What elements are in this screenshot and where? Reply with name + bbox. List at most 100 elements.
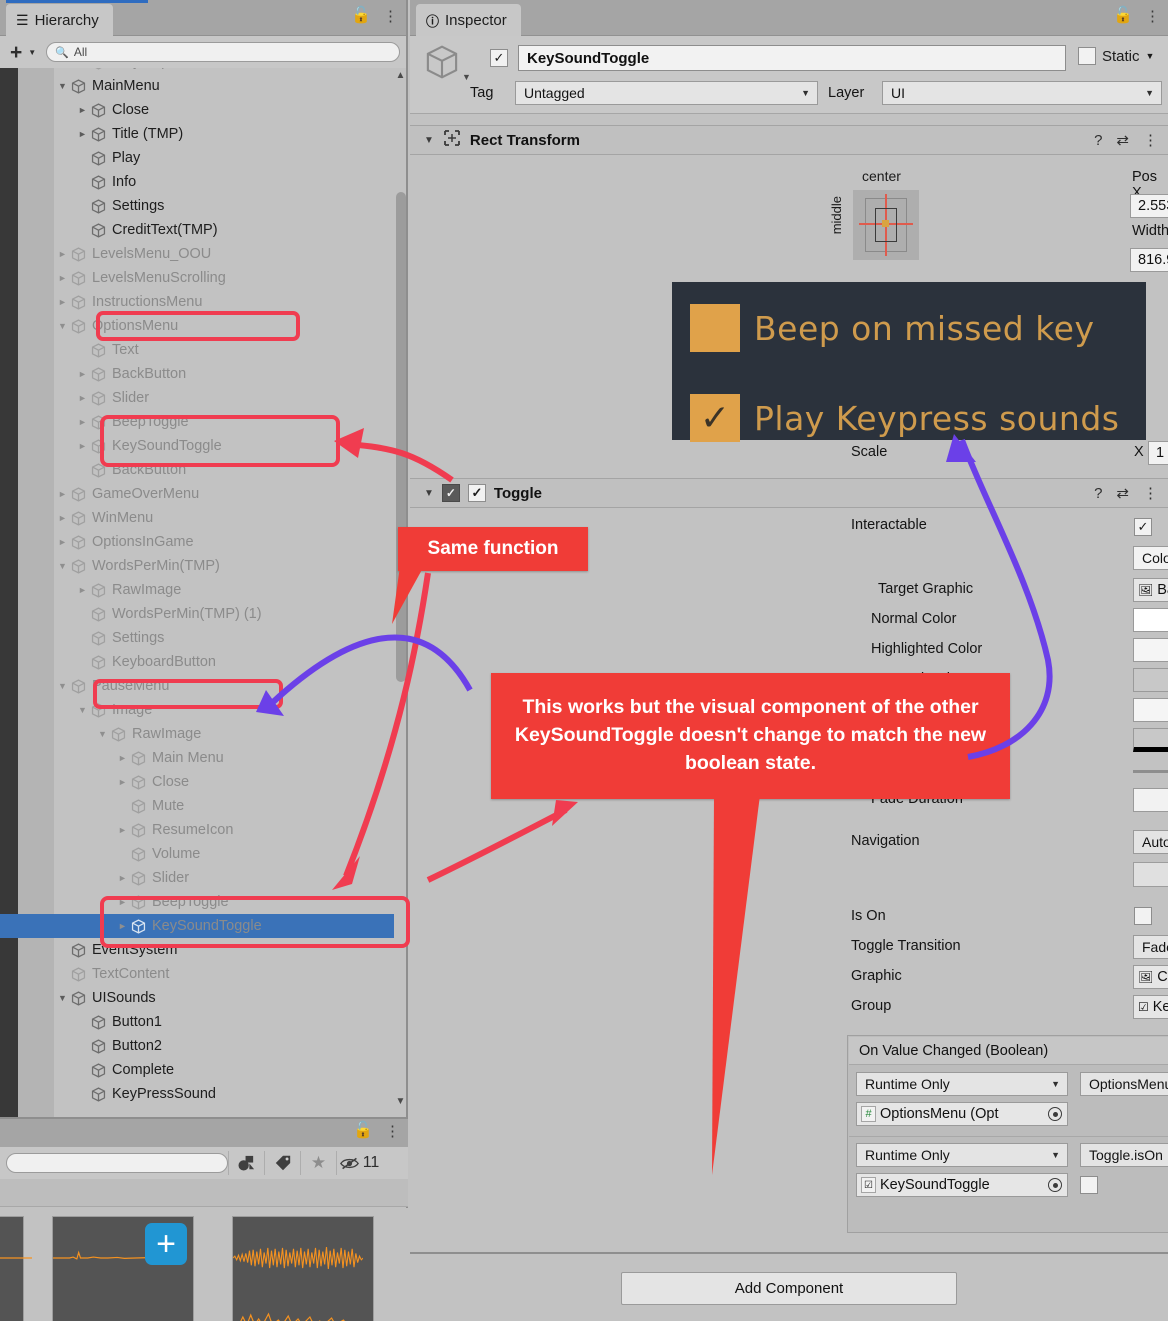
preview-toggle-row[interactable]: ✓ Play Keypress sounds [690,394,1119,442]
lock-icon[interactable]: 🔓 [1113,8,1133,24]
fade-duration-input[interactable] [1133,788,1168,812]
tab-hierarchy[interactable]: ☰ Hierarchy [6,4,113,36]
hierarchy-item-main-menu[interactable]: ► Main Menu [18,746,394,770]
hierarchy-item-wordspermin-tmp[interactable]: ▼ WordsPerMin(TMP) [18,554,394,578]
hierarchy-item-close[interactable]: ► Close [18,770,394,794]
add-component-button[interactable]: Add Component [621,1272,957,1305]
hierarchy-item-button1[interactable]: Button1 [18,1010,394,1034]
hierarchy-item-rawimage[interactable]: ► RawImage [18,578,394,602]
hierarchy-item-beeptoggle[interactable]: ► BeepToggle [18,890,394,914]
hierarchy-tree[interactable]: PlayTmp ▼ MainMenu ► Close ► Title (TMP) Play In… [0,68,406,1117]
hierarchy-item-slider[interactable]: ► Slider [18,866,394,890]
hierarchy-item-info[interactable]: Info [18,170,394,194]
hierarchy-item-optionsingame[interactable]: ► OptionsInGame [18,530,394,554]
collapse-triangle-icon[interactable]: ► [56,489,69,499]
label-filter-icon[interactable] [264,1151,300,1175]
kebab-menu-icon[interactable]: ⋮ [1143,484,1158,502]
event-bool-argument-checkbox[interactable] [1080,1176,1098,1194]
gameobject-enabled-checkbox[interactable]: ✓ [490,49,508,67]
hierarchy-item-settings[interactable]: Settings [18,194,394,218]
scroll-up-icon[interactable]: ▲ [395,70,406,81]
layer-dropdown[interactable]: UI ▼ [882,81,1162,105]
collapse-triangle-icon[interactable]: ► [76,417,89,427]
lock-icon[interactable]: 🔓 [353,1123,373,1139]
collapse-triangle-icon[interactable]: ► [76,129,89,139]
asset-thumbnail[interactable] [232,1216,374,1321]
hierarchy-item-gameovermenu[interactable]: ► GameOverMenu [18,482,394,506]
hierarchy-item-image[interactable]: ▼ Image [18,698,394,722]
rect-transform-header[interactable]: ▼ Rect Transform ? ⇄ ⋮ [410,125,1168,155]
kebab-menu-icon[interactable]: ⋮ [1143,131,1158,149]
chevron-down-icon[interactable]: ▼ [28,48,36,57]
collapse-triangle-icon[interactable]: ► [76,369,89,379]
graphic-field[interactable]: 🖼 Checkmark (Image) [1133,965,1168,989]
collapse-triangle-icon[interactable]: ► [116,921,129,931]
favorite-star-icon[interactable]: ★ [300,1151,336,1175]
hierarchy-item-text[interactable]: Text [18,338,394,362]
expand-triangle-icon[interactable]: ▼ [56,993,69,1003]
hierarchy-item-uisounds[interactable]: ▼ UISounds [18,986,394,1010]
kebab-menu-icon[interactable]: ⋮ [1145,9,1160,24]
hierarchy-item-keysoundtoggle[interactable]: ► KeySoundToggle [18,434,394,458]
event-mode-dropdown[interactable]: Runtime Only ▼ [856,1072,1068,1096]
hierarchy-item-play[interactable]: Play [18,146,394,170]
hierarchy-item-slider[interactable]: ► Slider [18,386,394,410]
hierarchy-item-optionsmenu[interactable]: ▼ OptionsMenu [18,314,394,338]
is-on-checkbox[interactable] [1134,907,1152,925]
toggle-component-enabled-checkbox[interactable]: ✓ [467,484,486,502]
collapse-triangle-icon[interactable]: ► [56,273,69,283]
hierarchy-item-backbutton[interactable]: BackButton [18,458,394,482]
hierarchy-item-textcontent[interactable]: TextContent [18,962,394,986]
hierarchy-item-wordspermin-tmp-1[interactable]: WordsPerMin(TMP) (1) [18,602,394,626]
scale-x-input[interactable]: 1 [1148,441,1168,465]
asset-filter-icon[interactable] [228,1151,264,1175]
hierarchy-item-mainmenu[interactable]: ▼ MainMenu [18,74,394,98]
hierarchy-scrollbar[interactable] [396,72,406,1113]
hierarchy-item-rawimage[interactable]: ▼ RawImage [18,722,394,746]
transition-dropdown[interactable]: Color Tint ▼ [1133,546,1168,570]
event-mode-dropdown[interactable]: Runtime Only ▼ [856,1143,1068,1167]
event-object-field[interactable]: ☑ KeySoundToggle [856,1173,1068,1197]
chevron-down-icon[interactable]: ▼ [1146,51,1155,61]
anchor-preset-widget[interactable] [853,190,919,260]
lock-icon[interactable]: 🔓 [351,8,371,24]
static-toggle[interactable]: Static ▼ [1078,47,1154,65]
hierarchy-item-complete[interactable]: Complete [18,1058,394,1082]
hierarchy-item-winmenu[interactable]: ► WinMenu [18,506,394,530]
hierarchy-item-levelsmenu-oou[interactable]: ► LevelsMenu_OOU [18,242,394,266]
collapse-triangle-icon[interactable]: ► [56,537,69,547]
hierarchy-item-keysoundtoggle[interactable]: ► KeySoundToggle [18,914,394,938]
preset-icon[interactable]: ⇄ [1116,484,1129,502]
tag-dropdown[interactable]: Untagged ▼ [515,81,818,105]
preview-toggle-row[interactable]: ✓ Beep on missed key [690,304,1094,352]
collapse-triangle-icon[interactable]: ► [76,585,89,595]
preview-toggle-box[interactable]: ✓ [690,304,740,352]
gameobject-name-input[interactable]: KeySoundToggle [518,45,1066,71]
hierarchy-item-button2[interactable]: Button2 [18,1034,394,1058]
hierarchy-item-keyboardbutton[interactable]: KeyboardButton [18,650,394,674]
pos-x-input[interactable]: 2.5539 [1130,194,1168,218]
hierarchy-scroll-thumb[interactable] [396,192,406,682]
project-search-input[interactable] [6,1153,228,1173]
pressed-color-swatch[interactable] [1133,668,1168,692]
toggle-transition-dropdown[interactable]: Fade ▼ [1133,935,1168,959]
project-asset-grid[interactable]: + [0,1208,408,1321]
hierarchy-item-settings[interactable]: Settings [18,626,394,650]
preset-icon[interactable]: ⇄ [1116,131,1129,149]
collapse-triangle-icon[interactable]: ► [56,513,69,523]
scroll-down-icon[interactable]: ▼ [395,1096,406,1107]
kebab-menu-icon[interactable]: ⋮ [383,9,398,24]
event-object-field[interactable]: # OptionsMenu (Opt [856,1102,1068,1126]
disabled-color-swatch[interactable] [1133,728,1168,752]
expand-triangle-icon[interactable]: ▼ [56,321,69,331]
target-graphic-field[interactable]: 🖼 Background (Image) [1133,578,1168,602]
hierarchy-item-pausemenu[interactable]: ▼ PauseMenu [18,674,394,698]
hierarchy-item-credittext-tmp[interactable]: CreditText(TMP) [18,218,394,242]
hierarchy-item-beeptoggle[interactable]: ► BeepToggle [18,410,394,434]
hierarchy-item-volume[interactable]: Volume [18,842,394,866]
preview-toggle-box[interactable]: ✓ [690,394,740,442]
width-input[interactable]: 816.9 [1130,248,1168,272]
collapse-triangle-icon[interactable]: ▼ [424,488,434,499]
hierarchy-item-eventsystem[interactable]: EventSystem [18,938,394,962]
expand-triangle-icon[interactable]: ▼ [56,681,69,691]
